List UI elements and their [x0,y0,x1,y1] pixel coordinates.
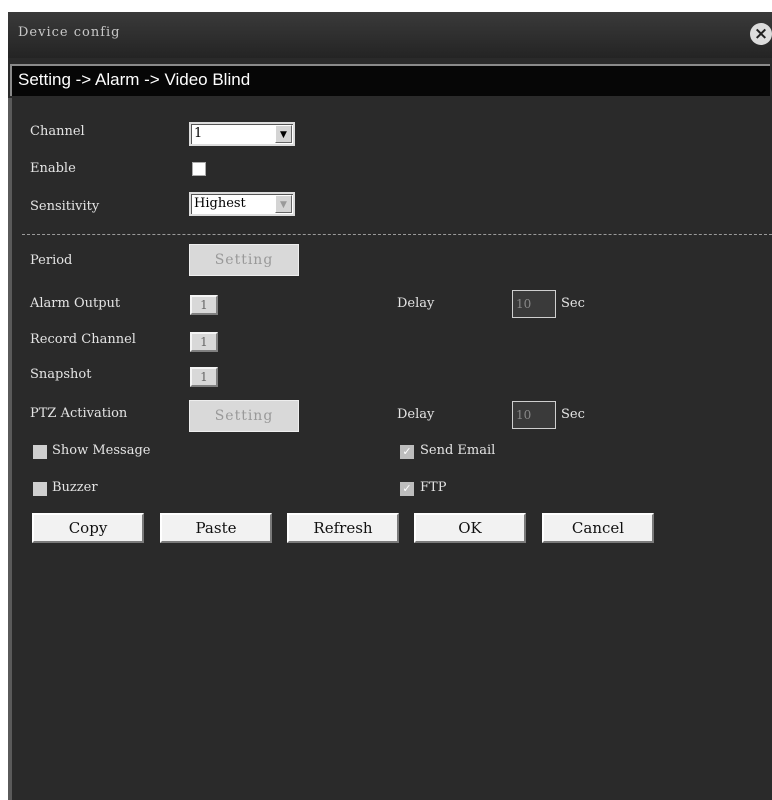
enable-label: Enable [30,161,76,176]
snapshot-label: Snapshot [30,367,92,382]
snapshot-channel-box[interactable]: 1 [190,367,218,387]
left-border [8,98,12,800]
sensitivity-select[interactable]: Highest ▼ [189,192,295,216]
record-channel-label: Record Channel [30,332,136,347]
period-setting-button[interactable]: Setting [189,244,299,276]
channel-label: Channel [30,124,85,139]
alarm-output-channel-box[interactable]: 1 [190,295,218,315]
ptz-activation-label: PTZ Activation [30,406,128,421]
window-title: Device config [18,25,121,40]
copy-button[interactable]: Copy [32,513,144,543]
enable-checkbox[interactable] [192,162,206,176]
alarm-output-label: Alarm Output [30,296,121,311]
record-channel-box[interactable]: 1 [190,332,218,352]
close-icon[interactable]: × [750,23,772,45]
delay-input-2[interactable]: 10 [512,401,556,429]
paste-button[interactable]: Paste [160,513,272,543]
channel-select[interactable]: 1 ▼ [189,122,295,146]
buzzer-checkbox[interactable] [33,482,47,496]
show-message-checkbox[interactable] [33,445,47,459]
channel-value: 1 [194,126,203,141]
refresh-button[interactable]: Refresh [287,513,399,543]
ptz-setting-button[interactable]: Setting [189,400,299,432]
device-config-window: Device config × Setting -> Alarm -> Vide… [8,12,772,800]
buzzer-label: Buzzer [52,480,98,495]
chevron-down-icon[interactable]: ▼ [275,125,292,143]
sensitivity-value: Highest [194,196,246,211]
period-label: Period [30,253,73,268]
cancel-button[interactable]: Cancel [542,513,654,543]
delay-label-1: Delay [397,296,435,311]
section-divider [22,234,772,235]
delay-unit-1: Sec [561,296,585,311]
send-email-checkbox[interactable]: ✓ [400,445,414,459]
ok-button[interactable]: OK [414,513,526,543]
delay-input-1[interactable]: 10 [512,290,556,318]
chevron-down-icon[interactable]: ▼ [275,195,292,213]
ftp-label: FTP [420,480,447,495]
show-message-label: Show Message [52,443,151,458]
sensitivity-label: Sensitivity [30,199,100,214]
title-bar: Device config × [8,12,772,58]
delay-label-2: Delay [397,407,435,422]
breadcrumb: Setting -> Alarm -> Video Blind [10,64,770,96]
ftp-checkbox[interactable]: ✓ [400,482,414,496]
send-email-label: Send Email [420,443,496,458]
delay-unit-2: Sec [561,407,585,422]
